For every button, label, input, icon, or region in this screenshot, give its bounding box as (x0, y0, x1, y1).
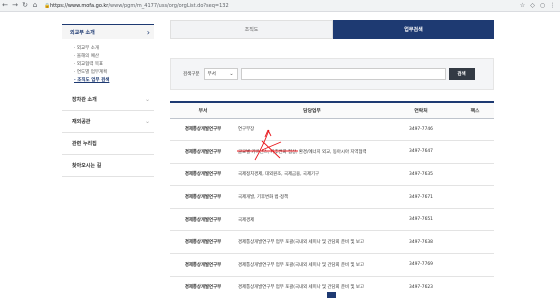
cell-duty: 글로벌 거버넌스, 기후변화 협상, 환경/에너지 외교, 동아시아 지역협력 (236, 140, 386, 164)
cell-fax (456, 230, 494, 255)
header-tel: 연락처 (386, 102, 456, 119)
sidebar-item-label: 장차관 소개 (72, 97, 97, 103)
cell-fax (456, 276, 494, 298)
cell-tel: 3497-7623 (386, 276, 456, 298)
table-row: 경제통상개발연구부 국제경제 3497-7651 (170, 208, 494, 232)
cell-tel: 3497-7647 (386, 140, 456, 164)
cell-fax (456, 118, 494, 142)
cell-tel: 3497-7746 (386, 118, 456, 142)
cell-dept: 경제통상개발연구부 (170, 253, 236, 277)
profile-icon[interactable]: ○ (539, 2, 546, 9)
cell-fax (456, 185, 494, 209)
sidebar-item-label: 찾아오시는 길 (72, 163, 102, 169)
cell-tel: 3497-7671 (386, 185, 456, 209)
view-tabs: 조직도 업무검색 (170, 20, 494, 39)
tab-org-chart[interactable]: 조직도 (170, 20, 333, 39)
table-row: 경제통상개발연구부 국제정치경제, 대외원조, 국제금융, 국제기구 3497-… (170, 163, 494, 187)
sidebar-item-related-sites[interactable]: 관련 누리집 (62, 133, 154, 155)
cell-duty: 경제통상개발연구부 업무 포괄(국내외 세미나 및 간담회 준비 및 보고 (236, 253, 386, 277)
cell-dept: 경제통상개발연구부 (170, 185, 236, 209)
cell-tel: 3497-7769 (386, 253, 456, 277)
chevron-down-icon: ⌄ (144, 118, 150, 125)
submenu-item-current[interactable]: · 조직도 업무 검색 (74, 77, 154, 85)
cell-duty: 연구부장 (236, 118, 386, 142)
cell-duty: 국제경제 (236, 208, 386, 232)
table-row: 경제통상개발연구부 글로벌 거버넌스, 기후변화 협상, 환경/에너지 외교, … (170, 140, 494, 164)
submenu-item[interactable]: · 외교부 소개 (74, 45, 154, 53)
menu-icon[interactable]: ⋮ (549, 2, 556, 9)
search-button[interactable]: 검색 (448, 68, 475, 80)
left-sidebar: 외교부 소개 › · 외교부 소개 · 올해의 예산 · 외교협력 목표 · 연… (62, 24, 154, 177)
browser-toolbar: ← → ↻ ⌂ 🔒 https://www.mofa.go.kr/www/pgm… (0, 0, 560, 12)
sidebar-item-label: 외교부 소개 (70, 29, 95, 36)
pagination-current-page[interactable] (327, 292, 336, 298)
tab-duty-search[interactable]: 업무검색 (333, 20, 494, 39)
sidebar-item-ministers[interactable]: 장차관 소개 ⌄ (62, 89, 154, 111)
cell-dept: 경제통상개발연구부 (170, 276, 236, 298)
chevron-down-icon: ⌄ (229, 71, 234, 77)
sidebar-submenu: · 외교부 소개 · 올해의 예산 · 외교협력 목표 · 연도별 업무계획 ·… (62, 39, 154, 89)
sidebar-item-missions[interactable]: 재외공관 ⌄ (62, 111, 154, 133)
table-row: 경제통상개발연구부 경제통상개발연구부 업무 포괄(국내외 세미나 및 간담회 … (170, 253, 494, 277)
cell-duty: 국제개발, 기후변화 법·정책 (236, 185, 386, 209)
search-type-label: 검색구분 (183, 72, 200, 77)
table-row: 경제통상개발연구부 국제개발, 기후변화 법·정책 3497-7671 (170, 185, 494, 209)
header-fax: 팩스 (456, 102, 494, 119)
cell-duty: 국제정치경제, 대외원조, 국제금융, 국제기구 (236, 163, 386, 187)
back-icon[interactable]: ← (0, 1, 10, 11)
sidebar-item-label: 재외공관 (72, 119, 91, 125)
cell-duty: 경제통상개발연구부 업무 포괄(국내외 세미나 및 간담회 준비 및 보고 (236, 230, 386, 255)
star-icon[interactable]: ☆ (519, 2, 526, 9)
forward-icon[interactable]: → (10, 1, 20, 11)
cell-tel: 3497-7635 (386, 163, 456, 187)
search-type-select[interactable]: 부서 ⌄ (203, 68, 238, 80)
cell-dept: 경제통상개발연구부 (170, 230, 236, 255)
cell-fax (456, 163, 494, 187)
chevron-right-icon: › (146, 27, 150, 37)
header-dept: 부서 (170, 102, 236, 119)
cell-tel: 3497-7651 (386, 208, 456, 232)
sidebar-item-directions[interactable]: 찾아오시는 길 (62, 155, 154, 177)
submenu-item[interactable]: · 연도별 업무계획 (74, 69, 154, 77)
table-header-row: 부서 담당업무 연락처 팩스 (170, 102, 494, 119)
select-value: 부서 (207, 72, 216, 77)
address-bar[interactable]: 🔒 https://www.mofa.go.kr/www/pgm/m_4177/… (44, 1, 519, 10)
cell-fax (456, 253, 494, 277)
cell-dept: 경제통상개발연구부 (170, 208, 236, 232)
cell-dept: 경제통상개발연구부 (170, 140, 236, 164)
sidebar-item-label: 관련 누리집 (72, 141, 97, 147)
chevron-down-icon: ⌄ (144, 96, 150, 103)
url-path: /www/pgm/m_4177/uss/org/orgList.do?seq=1… (108, 2, 229, 9)
table-row: 경제통상개발연구부 연구부장 3497-7746 (170, 118, 494, 142)
header-duty: 담당업무 (236, 102, 386, 119)
submenu-item[interactable]: · 올해의 예산 (74, 53, 154, 61)
search-panel: 검색구분 부서 ⌄ 검색 (170, 58, 494, 90)
url-host: https://www.mofa.go.kr (50, 2, 109, 9)
extension-icon[interactable]: ◇ (529, 2, 536, 9)
home-icon[interactable]: ⌂ (30, 1, 40, 11)
search-input[interactable] (240, 68, 446, 80)
sidebar-item-about[interactable]: 외교부 소개 › (62, 24, 154, 39)
cell-fax (456, 208, 494, 232)
cell-fax (456, 140, 494, 164)
cell-tel: 3497-7638 (386, 230, 456, 255)
submenu-item[interactable]: · 외교협력 목표 (74, 61, 154, 69)
table-row: 경제통상개발연구부 경제통상개발연구부 업무 포괄(국내외 세미나 및 간담회 … (170, 230, 494, 255)
reload-icon[interactable]: ↻ (20, 1, 30, 11)
cell-dept: 경제통상개발연구부 (170, 163, 236, 187)
cell-duty: 경제통상개발연구부 업무 포괄(국내외 세미나 및 간담회 준비 및 보고 (236, 276, 386, 298)
results-table: 부서 담당업무 연락처 팩스 경제통상개발연구부 연구부장 3497-7746 … (170, 101, 494, 298)
cell-dept: 경제통상개발연구부 (170, 118, 236, 142)
browser-actions: ☆ ◇ ○ ⋮ (519, 2, 556, 9)
